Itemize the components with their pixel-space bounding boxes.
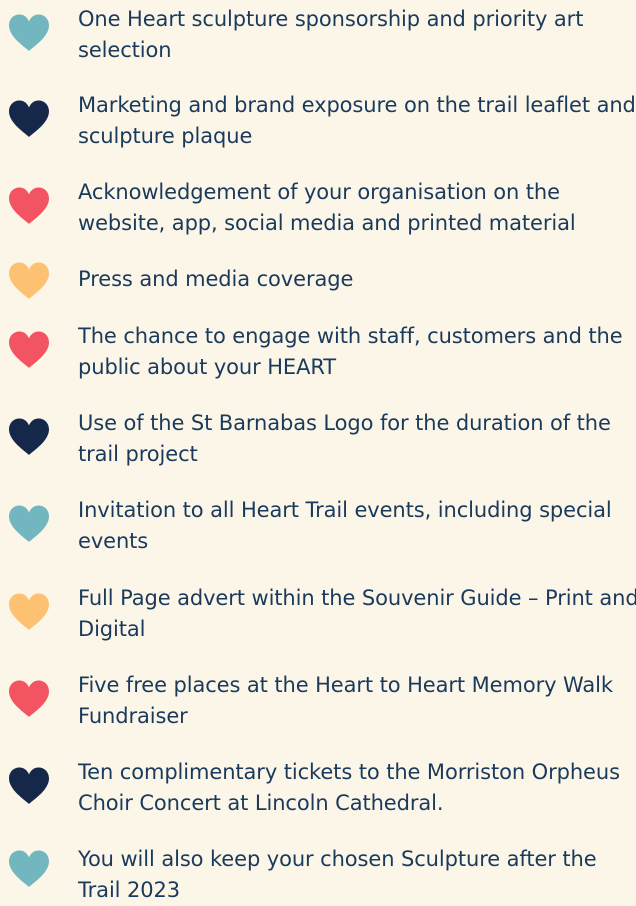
- benefit-text: Marketing and brand exposure on the trai…: [78, 93, 636, 148]
- heart-icon: [7, 504, 51, 544]
- heart-icon: [7, 679, 51, 719]
- heart-icon: [7, 99, 51, 139]
- benefit-text: Full Page advert within the Souvenir Gui…: [78, 586, 636, 641]
- benefit-text: Use of the St Barnabas Logo for the dura…: [78, 411, 611, 466]
- benefit-text: Press and media coverage: [78, 267, 354, 291]
- benefit-text: Five free places at the Heart to Heart M…: [78, 673, 613, 728]
- heart-icon: [7, 417, 51, 457]
- benefit-text: Invitation to all Heart Trail events, in…: [78, 498, 612, 553]
- benefit-text: You will also keep your chosen Sculpture…: [78, 847, 597, 902]
- heart-icon: [7, 13, 51, 53]
- benefit-list: One Heart sculpture sponsorship and prio…: [0, 0, 636, 902]
- heart-icon: [7, 261, 51, 301]
- heart-icon: [7, 766, 51, 806]
- heart-icon: [7, 186, 51, 226]
- benefit-text: The chance to engage with staff, custome…: [78, 324, 623, 379]
- benefit-text: Acknowledgement of your organisation on …: [78, 180, 576, 235]
- heart-icon: [7, 330, 51, 370]
- benefit-text: One Heart sculpture sponsorship and prio…: [78, 7, 584, 62]
- heart-icon: [7, 592, 51, 632]
- benefit-text: Ten complimentary tickets to the Morrist…: [78, 760, 620, 815]
- heart-icon: [7, 849, 51, 889]
